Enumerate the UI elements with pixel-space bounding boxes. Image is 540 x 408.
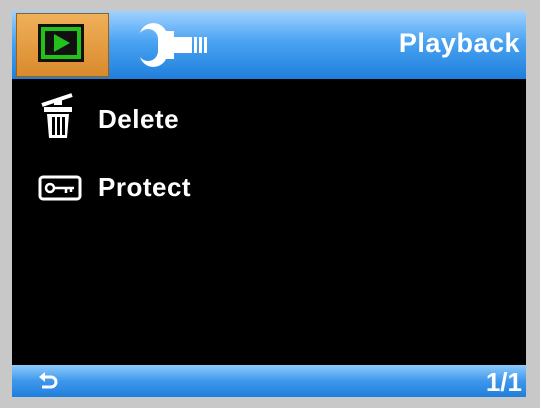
menu-item-delete[interactable]: Delete bbox=[12, 89, 526, 151]
back-icon[interactable] bbox=[38, 371, 58, 391]
play-icon bbox=[38, 24, 84, 62]
menu-item-protect-label: Protect bbox=[98, 172, 192, 202]
menu-item-delete-label: Delete bbox=[98, 104, 180, 134]
menu-item-protect[interactable]: Protect bbox=[12, 157, 526, 219]
camera-screen: Playback Delete Protect 1/1 bbox=[12, 11, 526, 397]
page-title: Playback bbox=[398, 28, 520, 58]
trash-icon bbox=[41, 93, 73, 138]
key-icon bbox=[38, 175, 82, 201]
page-indicator: 1/1 bbox=[485, 367, 522, 397]
tab-playback[interactable] bbox=[16, 13, 109, 77]
header-bar: Playback bbox=[12, 11, 526, 79]
footer-bar: 1/1 bbox=[12, 365, 526, 397]
wrench-icon[interactable] bbox=[138, 17, 208, 73]
